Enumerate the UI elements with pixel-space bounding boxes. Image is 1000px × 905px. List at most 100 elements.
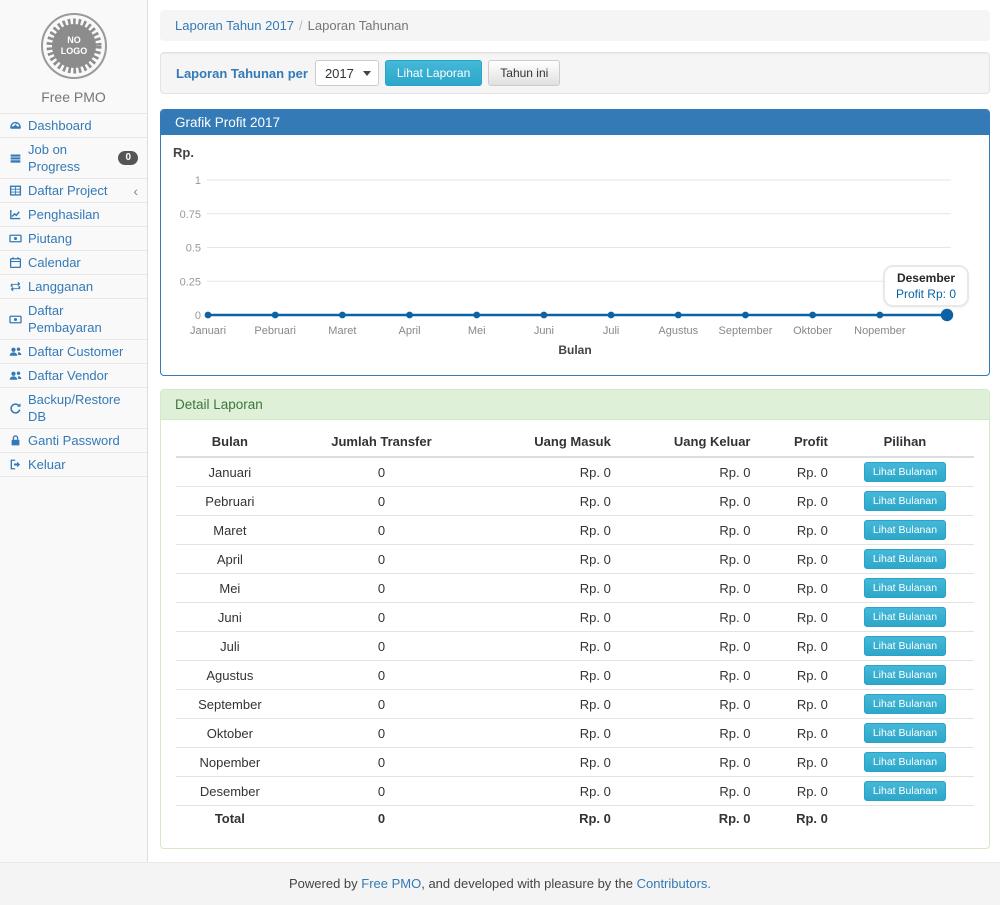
sidebar-item-dashboard[interactable]: Dashboard <box>0 114 147 138</box>
tooltip-value: Profit Rp: 0 <box>896 287 956 301</box>
sidebar-item-calendar[interactable]: Calendar <box>0 251 147 275</box>
cell-keluar: Rp. 0 <box>619 545 759 574</box>
table-row: Juli0Rp. 0Rp. 0Rp. 0Lihat Bulanan <box>176 632 974 661</box>
cell-keluar: Rp. 0 <box>619 777 759 806</box>
cell-jumlah: 0 <box>284 632 480 661</box>
sidebar-item-label: Langganan <box>28 278 93 295</box>
chart-x-axis-label: Bulan <box>161 343 989 357</box>
cell-jumlah: 0 <box>284 690 480 719</box>
brand-logo[interactable]: NO LOGO Free PMO <box>0 0 147 113</box>
cell-jumlah: 0 <box>284 516 480 545</box>
svg-text:0.75: 0.75 <box>180 209 201 221</box>
contributors-link[interactable]: Contributors. <box>637 876 711 891</box>
profit-line-chart[interactable]: 00.250.50.751JanuariPebruariMaretAprilMe… <box>161 135 989 375</box>
cell-masuk: Rp. 0 <box>479 661 619 690</box>
free-pmo-link[interactable]: Free PMO <box>361 876 421 891</box>
cell-bulan: Juni <box>176 603 284 632</box>
column-header-bulan: Bulan <box>176 427 284 457</box>
sidebar-item-piutang[interactable]: Piutang <box>0 227 147 251</box>
footer-text-middle: , and developed with pleasure by the <box>421 876 636 891</box>
cell-pilihan: Lihat Bulanan <box>836 487 974 516</box>
cell-pilihan: Lihat Bulanan <box>836 603 974 632</box>
cell-bulan: Nopember <box>176 748 284 777</box>
money-icon <box>9 313 22 326</box>
svg-text:0.5: 0.5 <box>186 243 201 255</box>
svg-text:Juni: Juni <box>534 325 554 337</box>
sidebar-item-langganan[interactable]: Langganan <box>0 275 147 299</box>
users-icon <box>9 369 22 382</box>
table-row: April0Rp. 0Rp. 0Rp. 0Lihat Bulanan <box>176 545 974 574</box>
sidebar-item-label: Penghasilan <box>28 206 100 223</box>
sidebar-item-daftar-vendor[interactable]: Daftar Vendor <box>0 364 147 388</box>
lihat-bulanan-button[interactable]: Lihat Bulanan <box>864 694 946 714</box>
cell-profit: Rp. 0 <box>759 545 836 574</box>
lihat-bulanan-button[interactable]: Lihat Bulanan <box>864 781 946 801</box>
lihat-bulanan-button[interactable]: Lihat Bulanan <box>864 665 946 685</box>
no-logo-icon: NO LOGO <box>40 12 108 80</box>
svg-text:LOGO: LOGO <box>60 46 87 56</box>
table-row: Maret0Rp. 0Rp. 0Rp. 0Lihat Bulanan <box>176 516 974 545</box>
sidebar-item-daftar-project[interactable]: Daftar Project ‹ <box>0 179 147 203</box>
column-header-jumlah-transfer: Jumlah Transfer <box>284 427 480 457</box>
lihat-bulanan-button[interactable]: Lihat Bulanan <box>864 462 946 482</box>
cell-masuk: Rp. 0 <box>479 806 619 831</box>
table-header-row: BulanJumlah TransferUang MasukUang Kelua… <box>176 427 974 457</box>
users-icon <box>9 345 22 358</box>
cell-masuk: Rp. 0 <box>479 777 619 806</box>
sidebar-item-daftar-customer[interactable]: Daftar Customer <box>0 340 147 364</box>
cell-pilihan: Lihat Bulanan <box>836 777 974 806</box>
svg-text:Oktober: Oktober <box>793 325 832 337</box>
sidebar-item-label: Piutang <box>28 230 72 247</box>
cell-profit: Rp. 0 <box>759 661 836 690</box>
chevron-left-icon: ‹ <box>133 185 138 197</box>
column-header-pilihan: Pilihan <box>836 427 974 457</box>
cell-bulan: Desember <box>176 777 284 806</box>
cell-profit: Rp. 0 <box>759 457 836 487</box>
cell-keluar: Rp. 0 <box>619 719 759 748</box>
svg-text:Agustus: Agustus <box>658 325 698 337</box>
svg-text:0: 0 <box>195 310 201 322</box>
chart-panel-title: Grafik Profit 2017 <box>161 110 989 135</box>
lihat-laporan-button[interactable]: Lihat Laporan <box>385 60 482 86</box>
sidebar-item-backup-restore-db[interactable]: Backup/Restore DB <box>0 388 147 429</box>
money-icon <box>9 232 22 245</box>
lihat-bulanan-button[interactable]: Lihat Bulanan <box>864 723 946 743</box>
cell-masuk: Rp. 0 <box>479 632 619 661</box>
sidebar-item-daftar-pembayaran[interactable]: Daftar Pembayaran <box>0 299 147 340</box>
tasks-icon <box>9 152 22 165</box>
lihat-bulanan-button[interactable]: Lihat Bulanan <box>864 752 946 772</box>
sidebar-item-label: Daftar Project <box>28 182 107 199</box>
brand-name: Free PMO <box>0 89 147 105</box>
cell-masuk: Rp. 0 <box>479 603 619 632</box>
app-container: NO LOGO Free PMO DashboardJob on Progres… <box>0 0 1000 862</box>
cell-profit: Rp. 0 <box>759 487 836 516</box>
year-select[interactable]: 2017 <box>315 60 379 86</box>
cell-pilihan: Lihat Bulanan <box>836 719 974 748</box>
cell-bulan: September <box>176 690 284 719</box>
sidebar-item-job-on-progress[interactable]: Job on Progress0 <box>0 138 147 179</box>
table-row: Desember0Rp. 0Rp. 0Rp. 0Lihat Bulanan <box>176 777 974 806</box>
cell-pilihan: Lihat Bulanan <box>836 632 974 661</box>
sidebar-item-keluar[interactable]: Keluar <box>0 453 147 477</box>
sidebar-item-label: Job on Progress <box>28 141 112 175</box>
lihat-bulanan-button[interactable]: Lihat Bulanan <box>864 520 946 540</box>
cell-jumlah: 0 <box>284 806 480 831</box>
lihat-bulanan-button[interactable]: Lihat Bulanan <box>864 607 946 627</box>
lihat-bulanan-button[interactable]: Lihat Bulanan <box>864 578 946 598</box>
column-header-uang-keluar: Uang Keluar <box>619 427 759 457</box>
lihat-bulanan-button[interactable]: Lihat Bulanan <box>864 636 946 656</box>
tahun-ini-button[interactable]: Tahun ini <box>488 60 560 86</box>
sidebar-item-label: Daftar Pembayaran <box>28 302 138 336</box>
cell-pilihan: Lihat Bulanan <box>836 748 974 777</box>
table-total-row: Total0Rp. 0Rp. 0Rp. 0 <box>176 806 974 831</box>
sidebar-menu: DashboardJob on Progress0 Daftar Project ‹… <box>0 113 147 477</box>
breadcrumb-link-laporan-tahun[interactable]: Laporan Tahun 2017 <box>175 18 294 33</box>
sidebar-item-ganti-password[interactable]: Ganti Password <box>0 429 147 453</box>
lihat-bulanan-button[interactable]: Lihat Bulanan <box>864 549 946 569</box>
cell-keluar: Rp. 0 <box>619 457 759 487</box>
lihat-bulanan-button[interactable]: Lihat Bulanan <box>864 491 946 511</box>
cell-keluar: Rp. 0 <box>619 487 759 516</box>
sidebar-item-penghasilan[interactable]: Penghasilan <box>0 203 147 227</box>
cell-bulan: Total <box>176 806 284 831</box>
cell-pilihan <box>836 806 974 831</box>
